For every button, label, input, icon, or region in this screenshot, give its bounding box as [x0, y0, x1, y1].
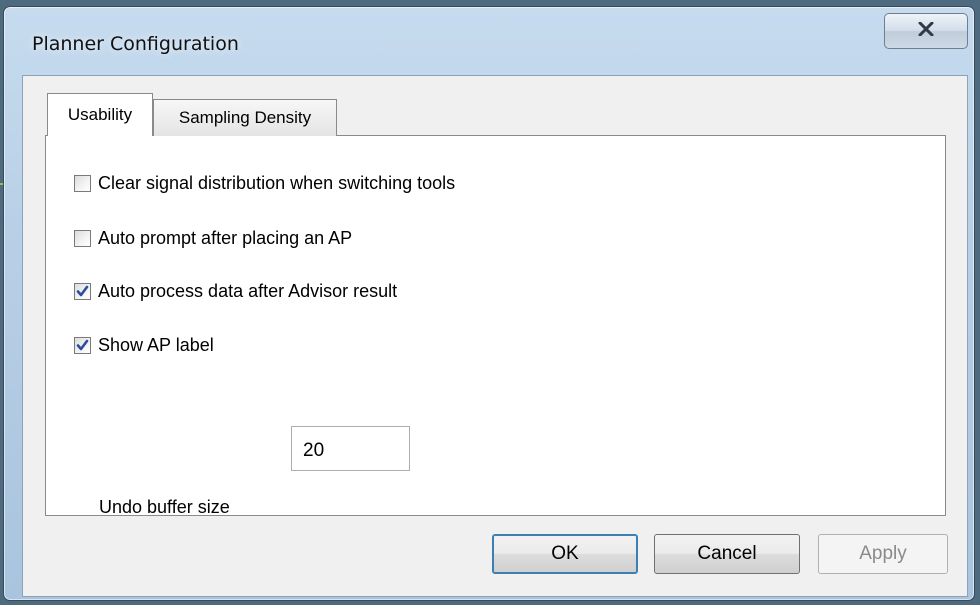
checkbox-clear-signal-distribution[interactable]: Clear signal distribution when switching… — [74, 173, 455, 194]
usability-panel: Clear signal distribution when switching… — [45, 135, 946, 517]
checkbox-box[interactable] — [74, 337, 91, 354]
checkbox-label: Clear signal distribution when switching… — [98, 173, 456, 193]
close-icon — [918, 21, 934, 41]
checkbox-label: Show AP label — [98, 335, 214, 355]
apply-button[interactable]: Apply — [818, 534, 948, 574]
checkbox-box[interactable] — [74, 230, 91, 247]
undo-buffer-size-label: Undo buffer size — [99, 497, 230, 517]
checkbox-show-ap-label[interactable]: Show AP label — [74, 335, 214, 356]
tab-label: Sampling Density — [178, 108, 312, 127]
tab-sampling-density[interactable]: Sampling Density — [153, 99, 337, 136]
tab-usability[interactable]: Usability — [47, 93, 153, 136]
dialog-client-area: Usability Sampling Density Clear signal … — [22, 75, 968, 597]
planner-configuration-dialog: Planner Configuration Usability Sampling… — [3, 6, 975, 601]
checkbox-auto-prompt[interactable]: Auto prompt after placing an AP — [74, 228, 352, 249]
checkmark-icon — [76, 285, 89, 297]
checkbox-box[interactable] — [74, 175, 91, 192]
window-title: Planner Configuration — [32, 33, 239, 55]
cancel-button[interactable]: Cancel — [654, 534, 800, 574]
checkbox-label: Auto prompt after placing an AP — [98, 228, 353, 248]
checkbox-box[interactable] — [74, 283, 91, 300]
checkmark-icon — [76, 339, 89, 351]
ok-button[interactable]: OK — [492, 534, 638, 574]
checkbox-label: Auto process data after Advisor result — [98, 281, 398, 301]
close-button[interactable] — [884, 13, 968, 49]
checkbox-auto-process-data[interactable]: Auto process data after Advisor result — [74, 281, 397, 302]
tab-label: Usability — [67, 105, 133, 124]
undo-buffer-size-input[interactable] — [291, 426, 410, 471]
